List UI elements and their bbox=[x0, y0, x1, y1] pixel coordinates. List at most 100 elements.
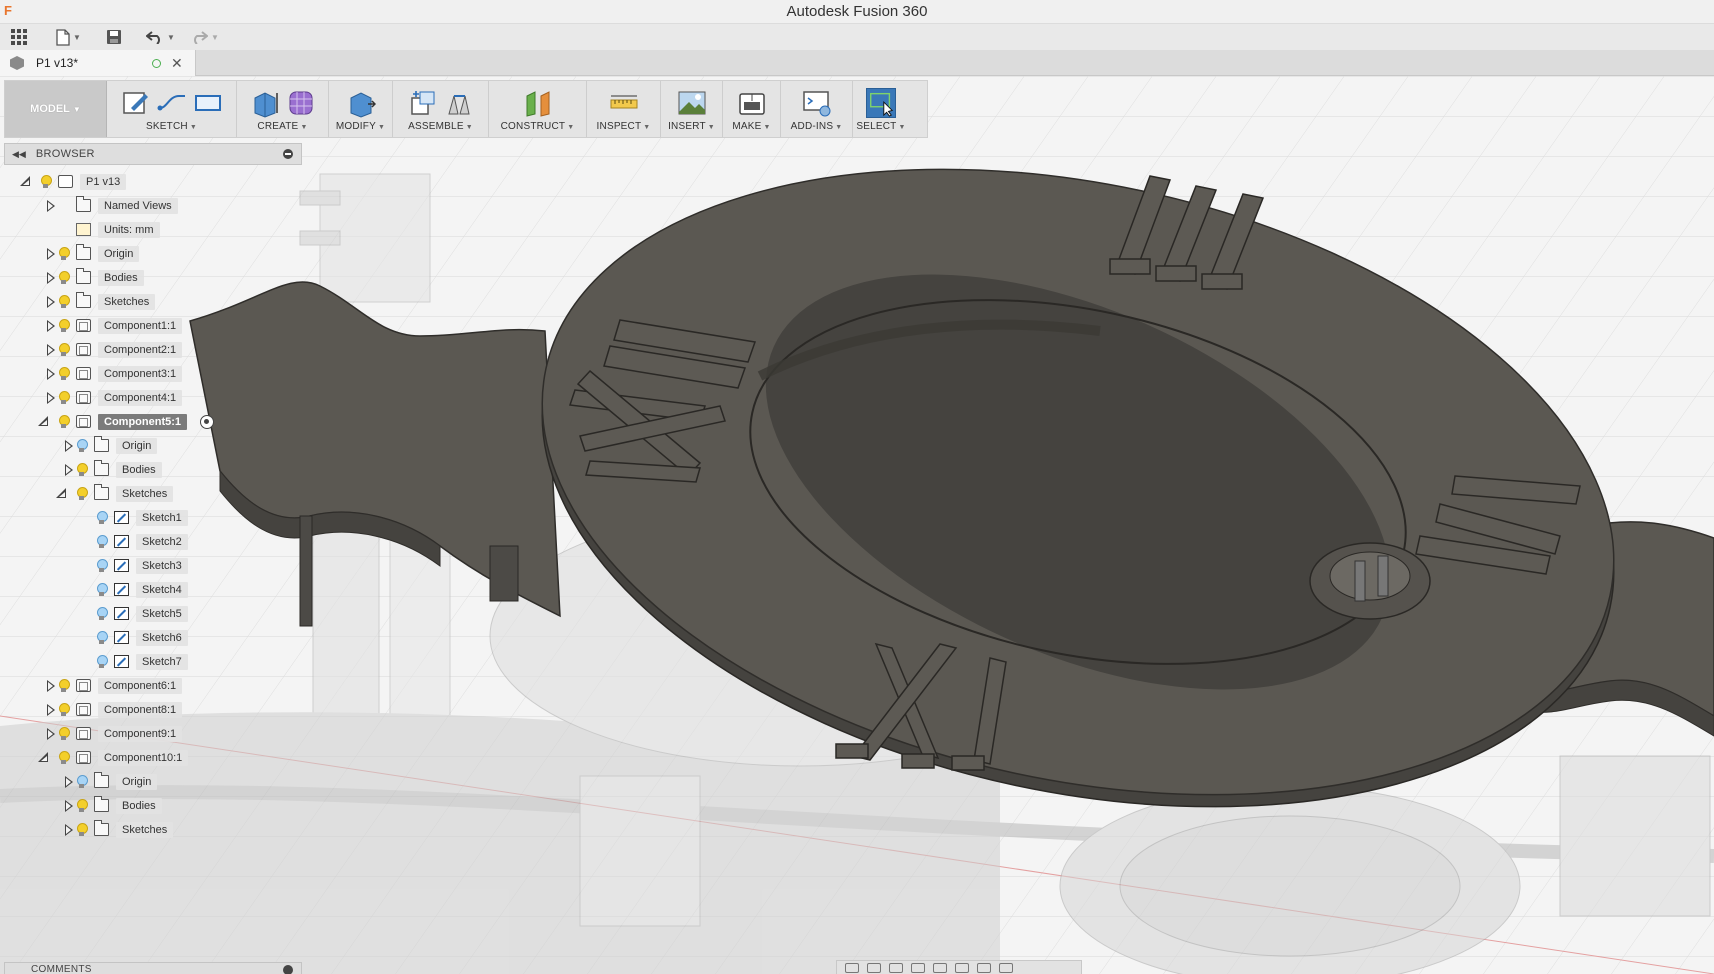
viewports-icon[interactable] bbox=[999, 963, 1013, 973]
visibility-bulb-icon[interactable] bbox=[58, 367, 70, 381]
create-sketch-icon[interactable] bbox=[121, 88, 151, 118]
line-icon[interactable] bbox=[157, 88, 187, 118]
tree-node[interactable]: Sketch4 bbox=[0, 579, 300, 601]
insert-group[interactable]: INSERT ▼ bbox=[661, 81, 723, 137]
visibility-bulb-icon[interactable] bbox=[76, 823, 88, 837]
visibility-bulb-icon[interactable] bbox=[58, 415, 70, 429]
visibility-bulb-icon[interactable] bbox=[76, 775, 88, 789]
look-at-icon[interactable] bbox=[867, 963, 881, 973]
visibility-bulb-icon[interactable] bbox=[76, 799, 88, 813]
visibility-bulb-icon[interactable] bbox=[96, 607, 108, 621]
expand-arrow-icon[interactable] bbox=[65, 440, 74, 452]
visibility-bulb-icon[interactable] bbox=[58, 751, 70, 765]
zoom-icon[interactable] bbox=[911, 963, 925, 973]
expand-arrow-icon[interactable] bbox=[47, 368, 56, 380]
visibility-bulb-icon[interactable] bbox=[96, 655, 108, 669]
tree-node[interactable]: Component9:1 bbox=[0, 723, 300, 745]
tree-node[interactable]: Bodies bbox=[0, 795, 300, 817]
visibility-bulb-icon[interactable] bbox=[76, 487, 88, 501]
expand-arrow-icon[interactable] bbox=[47, 392, 56, 404]
expand-arrow-icon[interactable] bbox=[47, 680, 56, 692]
tree-node[interactable]: Component8:1 bbox=[0, 699, 300, 721]
measure-icon[interactable] bbox=[609, 88, 639, 118]
tree-node[interactable]: Sketches bbox=[0, 483, 300, 505]
tree-node[interactable]: Bodies bbox=[0, 267, 300, 289]
expand-arrow-icon[interactable] bbox=[47, 344, 56, 356]
tree-node[interactable]: Sketch7 bbox=[0, 651, 300, 673]
tree-node[interactable]: Component10:1 bbox=[0, 747, 300, 769]
visibility-bulb-icon[interactable] bbox=[96, 535, 108, 549]
comments-panel-header[interactable]: COMMENTS bbox=[4, 962, 302, 974]
expand-arrow-icon[interactable] bbox=[65, 800, 74, 812]
tree-node[interactable]: Origin bbox=[0, 243, 300, 265]
modify-group[interactable]: MODIFY ▼ bbox=[329, 81, 393, 137]
visibility-bulb-icon[interactable] bbox=[58, 319, 70, 333]
workspace-switcher[interactable]: MODEL ▼ bbox=[5, 81, 107, 137]
tree-node[interactable]: Origin bbox=[0, 771, 300, 793]
insert-image-icon[interactable] bbox=[677, 88, 707, 118]
undo-button[interactable]: ▼ bbox=[146, 27, 175, 47]
expand-arrow-icon[interactable] bbox=[65, 824, 74, 836]
document-tab[interactable]: P1 v13* ✕ bbox=[0, 50, 196, 76]
tree-node[interactable]: Component5:1 bbox=[0, 411, 300, 433]
save-button[interactable] bbox=[106, 27, 122, 47]
select-group[interactable]: SELECT ▼ bbox=[853, 81, 909, 137]
addins-group[interactable]: ADD-INS ▼ bbox=[781, 81, 853, 137]
make-group[interactable]: MAKE ▼ bbox=[723, 81, 781, 137]
pan-icon[interactable] bbox=[889, 963, 903, 973]
visibility-bulb-icon[interactable] bbox=[96, 583, 108, 597]
new-component-icon[interactable] bbox=[408, 88, 438, 118]
tree-node[interactable]: P1 v13 bbox=[0, 171, 300, 193]
offset-plane-icon[interactable] bbox=[523, 88, 553, 118]
expand-arrow-icon[interactable] bbox=[47, 248, 56, 260]
visibility-bulb-icon[interactable] bbox=[58, 343, 70, 357]
redo-button[interactable]: ▼ bbox=[190, 27, 219, 47]
tree-node[interactable]: Origin bbox=[0, 435, 300, 457]
visibility-bulb-icon[interactable] bbox=[58, 295, 70, 309]
tree-node[interactable]: Sketch1 bbox=[0, 507, 300, 529]
visibility-bulb-icon[interactable] bbox=[58, 727, 70, 741]
browser-panel-header[interactable]: ◀◀ BROWSER bbox=[4, 143, 302, 165]
tree-node[interactable]: Units: mm bbox=[0, 219, 300, 241]
tree-node[interactable]: Component1:1 bbox=[0, 315, 300, 337]
tree-node[interactable]: Sketch2 bbox=[0, 531, 300, 553]
minimize-comments-icon[interactable] bbox=[283, 965, 293, 974]
visibility-bulb-icon[interactable] bbox=[58, 679, 70, 693]
tree-node[interactable]: Sketches bbox=[0, 819, 300, 841]
rectangle-icon[interactable] bbox=[193, 88, 223, 118]
collapse-browser-icon[interactable]: ◀◀ bbox=[12, 149, 26, 160]
joint-icon[interactable] bbox=[444, 88, 474, 118]
tree-node[interactable]: Component3:1 bbox=[0, 363, 300, 385]
expand-arrow-icon[interactable] bbox=[47, 272, 56, 284]
minimize-panel-icon[interactable] bbox=[283, 149, 293, 159]
close-tab-icon[interactable]: ✕ bbox=[171, 55, 183, 72]
file-menu-button[interactable]: ▼ bbox=[56, 27, 81, 47]
expand-arrow-icon[interactable] bbox=[47, 728, 56, 740]
press-pull-icon[interactable] bbox=[346, 88, 376, 118]
expand-arrow-icon[interactable] bbox=[65, 776, 74, 788]
construct-group[interactable]: CONSTRUCT ▼ bbox=[489, 81, 587, 137]
expand-arrow-icon[interactable] bbox=[47, 704, 56, 716]
3d-print-icon[interactable] bbox=[737, 88, 767, 118]
visibility-bulb-icon[interactable] bbox=[96, 559, 108, 573]
tree-node[interactable]: Component2:1 bbox=[0, 339, 300, 361]
visibility-bulb-icon[interactable] bbox=[96, 631, 108, 645]
data-panel-grid-icon[interactable] bbox=[10, 27, 28, 47]
visibility-bulb-icon[interactable] bbox=[58, 247, 70, 261]
extrude-icon[interactable] bbox=[250, 88, 280, 118]
sketch-group[interactable]: SKETCH ▼ bbox=[107, 81, 237, 137]
expand-arrow-icon[interactable] bbox=[47, 296, 56, 308]
expand-arrow-icon[interactable] bbox=[65, 464, 74, 476]
form-icon[interactable] bbox=[286, 88, 316, 118]
orbit-icon[interactable] bbox=[845, 963, 859, 973]
inspect-group[interactable]: INSPECT ▼ bbox=[587, 81, 661, 137]
scripts-addins-icon[interactable] bbox=[802, 88, 832, 118]
tree-node[interactable]: Sketch6 bbox=[0, 627, 300, 649]
visibility-bulb-icon[interactable] bbox=[76, 463, 88, 477]
visibility-bulb-icon[interactable] bbox=[96, 511, 108, 525]
visibility-bulb-icon[interactable] bbox=[58, 703, 70, 717]
visibility-bulb-icon[interactable] bbox=[58, 391, 70, 405]
activate-component-icon[interactable] bbox=[200, 415, 214, 429]
select-icon[interactable] bbox=[866, 88, 896, 118]
tree-node[interactable]: Named Views bbox=[0, 195, 300, 217]
